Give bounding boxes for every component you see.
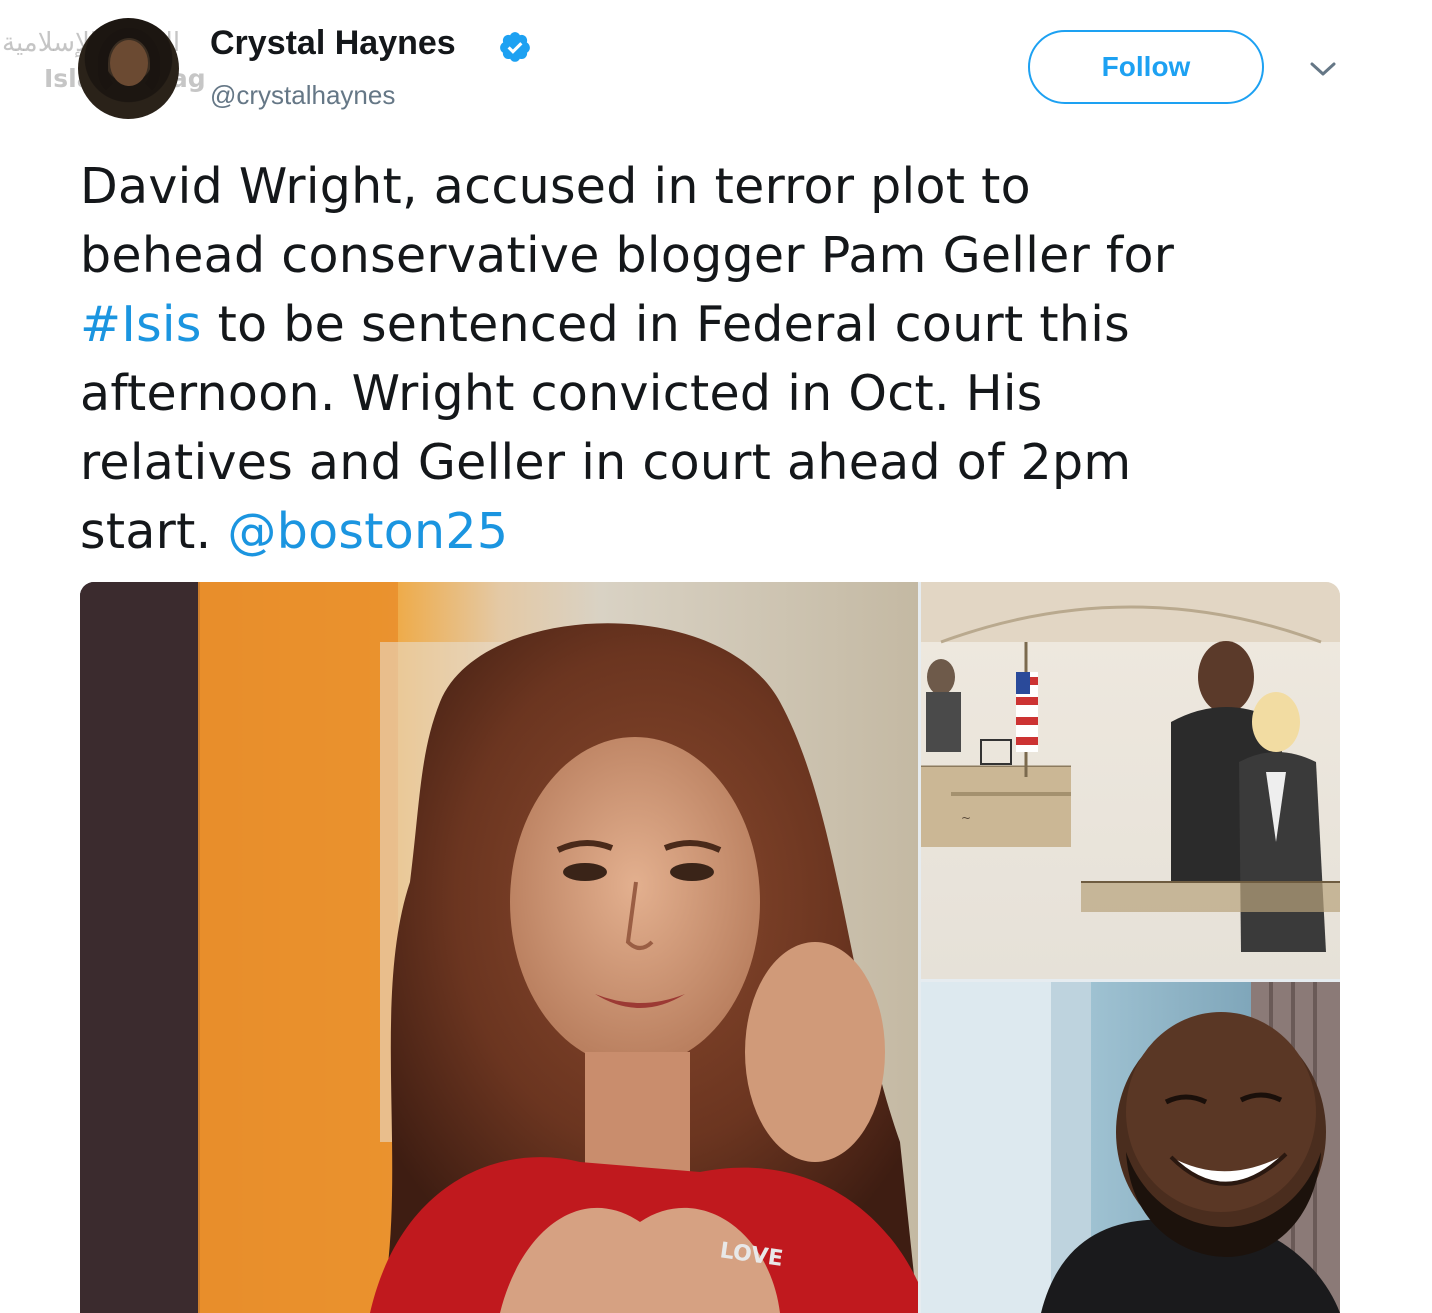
- photo-courtroom-sketch[interactable]: ~: [921, 582, 1340, 979]
- photo-woman-portrait[interactable]: LOVE: [80, 582, 918, 1313]
- author-display-name[interactable]: Crystal Haynes: [210, 24, 456, 63]
- tweet-text-line: afternoon. Wright convicted in Oct. His: [80, 359, 1370, 428]
- chevron-down-icon[interactable]: [1306, 54, 1340, 84]
- verified-badge-icon: [500, 32, 530, 62]
- tweet-text-segment: David Wright, accused in terror plot to: [80, 158, 1031, 215]
- tweet-text-line: behead conservative blogger Pam Geller f…: [80, 221, 1370, 290]
- follow-button[interactable]: Follow: [1028, 30, 1264, 104]
- author-handle[interactable]: @crystalhaynes: [210, 80, 395, 111]
- tweet-text-segment: relatives and Geller in court ahead of 2…: [80, 434, 1132, 491]
- mention-link[interactable]: @boston25: [227, 503, 508, 560]
- photo-smiling-man[interactable]: [921, 982, 1340, 1313]
- tweet-text-segment: start.: [80, 503, 228, 560]
- hashtag-link[interactable]: #Isis: [80, 296, 202, 353]
- tweet-text-line: start. @boston25: [80, 497, 1370, 566]
- tweet-text-segment: to be sentenced in Federal court this: [201, 296, 1130, 353]
- tweet-text-segment: behead conservative blogger Pam Geller f…: [80, 227, 1175, 284]
- tweet-text: David Wright, accused in terror plot to b…: [80, 152, 1370, 566]
- tweet-text-line: relatives and Geller in court ahead of 2…: [80, 428, 1370, 497]
- svg-text:~: ~: [961, 811, 971, 825]
- tweet-text-line: #Isis to be sentenced in Federal court t…: [80, 290, 1370, 359]
- media-grid: LOVE ~: [80, 582, 1340, 1313]
- author-avatar[interactable]: [78, 18, 179, 119]
- tweet-text-segment: afternoon. Wright convicted in Oct. His: [80, 365, 1043, 422]
- tweet-text-line: David Wright, accused in terror plot to: [80, 152, 1370, 221]
